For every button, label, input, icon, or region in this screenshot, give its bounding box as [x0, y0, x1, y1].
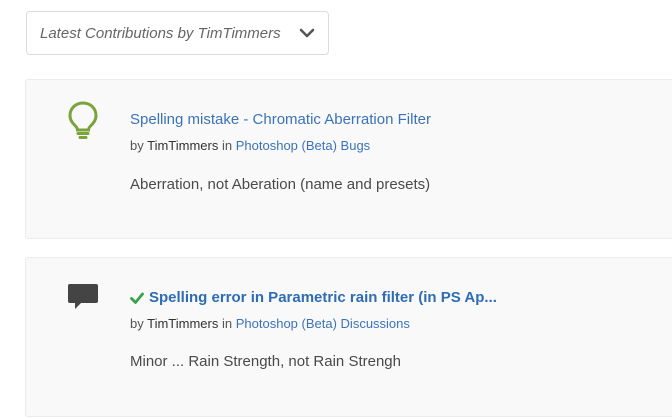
contributions-filter-dropdown[interactable]: Latest Contributions by TimTimmers — [26, 11, 329, 55]
contribution-title-text: Spelling error in Parametric rain filter… — [149, 289, 497, 306]
contribution-snippet: Aberration, not Aberation (name and pres… — [130, 176, 431, 193]
contribution-title-link[interactable]: Spelling mistake - Chromatic Aberration … — [130, 111, 431, 128]
filter-label: Latest Contributions by TimTimmers — [40, 24, 281, 42]
in-word: in — [222, 138, 233, 153]
contributions-page: Latest Contributions by TimTimmers Spell… — [0, 0, 672, 419]
contribution-title-link[interactable]: Spelling error in Parametric rain filter… — [130, 289, 497, 306]
board-link[interactable]: Photoshop (Beta) Discussions — [236, 316, 410, 331]
lightbulb-icon — [66, 100, 100, 140]
contribution-meta: by TimTimmers in Photoshop (Beta) Discus… — [130, 316, 410, 331]
contribution-card: Spelling error in Parametric rain filter… — [25, 257, 672, 417]
board-link[interactable]: Photoshop (Beta) Bugs — [236, 138, 370, 153]
author-link[interactable]: TimTimmers — [147, 138, 218, 153]
contribution-card: Spelling mistake - Chromatic Aberration … — [25, 79, 672, 239]
chevron-down-icon — [298, 24, 316, 42]
author-link[interactable]: TimTimmers — [147, 316, 218, 331]
by-prefix: by — [130, 316, 144, 331]
in-word: in — [222, 316, 233, 331]
checkmark-icon — [130, 291, 144, 305]
contribution-snippet: Minor ... Rain Strength, not Rain Streng… — [130, 353, 401, 370]
speech-bubble-icon — [66, 280, 100, 320]
contribution-meta: by TimTimmers in Photoshop (Beta) Bugs — [130, 138, 370, 153]
by-prefix: by — [130, 138, 144, 153]
